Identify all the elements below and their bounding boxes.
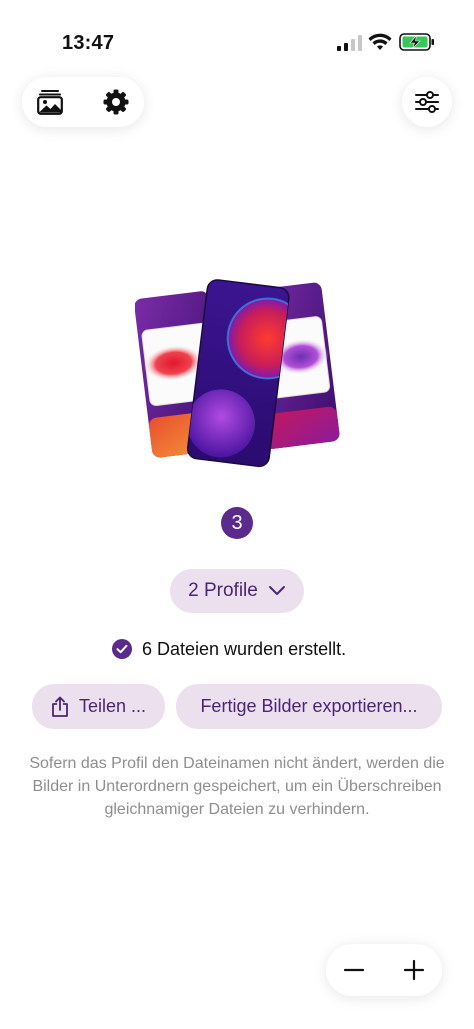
plus-icon xyxy=(403,959,425,981)
status-time: 13:47 xyxy=(62,32,115,54)
checkmark-circle-icon xyxy=(112,639,132,659)
export-button[interactable]: Fertige Bilder exportieren... xyxy=(176,684,442,729)
top-toolbar xyxy=(22,77,144,127)
profile-dropdown[interactable]: 2 Profile xyxy=(170,569,304,613)
minus-icon xyxy=(343,968,365,972)
gallery-icon xyxy=(37,90,63,115)
export-button-label: Fertige Bilder exportieren... xyxy=(200,696,418,716)
zoom-controls xyxy=(326,944,442,996)
share-button[interactable]: Teilen ... xyxy=(32,684,165,729)
count-badge: 3 xyxy=(221,507,253,539)
settings-button[interactable] xyxy=(96,82,136,122)
status-line: 6 Dateien wurden erstellt. xyxy=(112,637,346,661)
zoom-in-button[interactable] xyxy=(394,950,434,990)
sliders-icon xyxy=(415,91,439,113)
wifi-icon xyxy=(368,33,392,50)
gallery-button[interactable] xyxy=(30,82,70,122)
share-icon xyxy=(52,696,68,717)
chevron-down-icon xyxy=(268,586,285,595)
info-text: Sofern das Profil den Dateinamen nicht ä… xyxy=(29,755,445,818)
wallpaper-cards-illustration xyxy=(135,279,340,468)
status-text: 6 Dateien wurden erstellt. xyxy=(142,638,347,659)
signal-icon xyxy=(337,35,362,51)
zoom-out-button[interactable] xyxy=(334,950,374,990)
profile-dropdown-label: 2 Profile xyxy=(188,580,258,601)
gear-icon xyxy=(103,89,129,115)
share-button-label: Teilen ... xyxy=(78,696,147,716)
filter-button[interactable] xyxy=(402,77,452,127)
battery-charging-icon xyxy=(399,33,434,51)
